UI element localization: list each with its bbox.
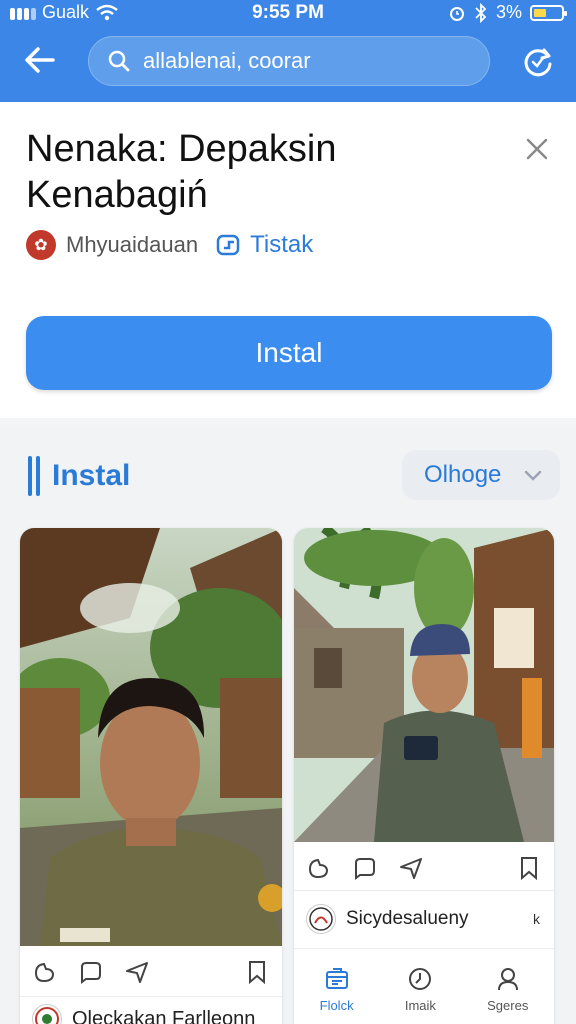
post-author[interactable]: Oleckakan Farlleonn xyxy=(32,1004,255,1024)
bookmark-icon[interactable] xyxy=(516,855,542,881)
install-button[interactable]: Instal xyxy=(26,316,552,390)
top-app-bar: Gualk 9:55 PM 3% allablenai, coorar xyxy=(0,0,576,102)
sort-dropdown[interactable]: Olhoge xyxy=(402,450,560,500)
alarm-icon xyxy=(449,6,464,21)
nav-item-flolck[interactable]: Flolck xyxy=(320,966,354,1013)
divider xyxy=(294,890,554,891)
link-icon xyxy=(216,234,240,256)
seal-icon xyxy=(35,1007,59,1024)
nav-label: Sgeres xyxy=(487,997,529,1013)
developer-name[interactable]: Mhyuaidauan xyxy=(66,232,198,258)
card-bottom-nav: Flolck Imaik Sgeres xyxy=(294,954,554,1024)
store-icon xyxy=(325,967,348,989)
status-bar: Gualk 9:55 PM 3% xyxy=(0,0,576,26)
chevron-down-icon xyxy=(524,470,542,481)
like-icon[interactable] xyxy=(306,855,332,881)
post-photo-officer[interactable] xyxy=(20,528,282,946)
share-icon[interactable] xyxy=(124,959,150,985)
section-title-label: Instal xyxy=(52,459,131,492)
emblem-icon xyxy=(309,907,333,931)
arrow-left-icon xyxy=(25,47,55,73)
category-tag-label: Tistak xyxy=(250,231,314,258)
app-meta-row: ✿ Mhyuaidauan Tistak xyxy=(26,230,313,260)
divider xyxy=(20,996,282,997)
battery-percent: 3% xyxy=(495,2,522,22)
battery-icon xyxy=(530,4,567,21)
post-photo-phone-user[interactable] xyxy=(294,528,554,842)
app-details-card: Nenaka: Depaksin Kenabagiń ✿ Mhyuaidauan… xyxy=(0,102,576,418)
nav-label: Flolck xyxy=(319,997,354,1013)
comment-icon[interactable] xyxy=(78,959,104,985)
search-input[interactable]: allablenai, coorar xyxy=(88,36,490,86)
nav-label: Imaik xyxy=(404,997,436,1013)
author-suffix: k xyxy=(533,911,540,927)
author-avatar xyxy=(32,1004,62,1024)
post-card[interactable]: Sicydesalueny k Flolck Imaik Sgeres xyxy=(294,528,554,1024)
refresh-icon xyxy=(524,48,552,77)
author-name: Oleckakan Farlleonn xyxy=(72,1007,256,1024)
refresh-button[interactable] xyxy=(518,42,558,82)
divider xyxy=(294,948,554,949)
section-marker-icon xyxy=(28,456,40,496)
share-icon[interactable] xyxy=(398,855,424,881)
back-button[interactable] xyxy=(18,40,62,80)
like-icon[interactable] xyxy=(32,959,58,985)
person-icon xyxy=(497,967,518,990)
post-actions xyxy=(20,952,282,992)
category-tag[interactable]: Tistak xyxy=(216,231,313,259)
comment-icon[interactable] xyxy=(352,855,378,881)
status-right: 3% xyxy=(448,2,567,23)
post-actions xyxy=(294,848,554,888)
nav-item-sgeres[interactable]: Sgeres xyxy=(487,966,528,1013)
search-query: allablenai, coorar xyxy=(143,48,311,73)
bluetooth-icon xyxy=(475,2,487,23)
app-title: Nenaka: Depaksin Kenabagiń xyxy=(26,128,337,216)
close-icon[interactable] xyxy=(524,136,550,162)
content-section: Instal Olhoge Oleckakan Farlleonn Sicyde… xyxy=(0,428,576,1024)
sort-dropdown-label: Olhoge xyxy=(424,461,502,488)
clock-icon xyxy=(409,967,432,990)
author-name: Sicydesalueny xyxy=(346,908,469,929)
developer-logo-icon: ✿ xyxy=(26,230,56,260)
post-card[interactable]: Oleckakan Farlleonn xyxy=(20,528,282,1024)
section-title: Instal xyxy=(28,456,130,496)
author-avatar xyxy=(306,904,336,934)
bookmark-icon[interactable] xyxy=(244,959,270,985)
post-author[interactable]: Sicydesalueny k xyxy=(306,904,546,934)
nav-item-imaik[interactable]: Imaik xyxy=(405,966,436,1013)
search-icon xyxy=(108,50,130,72)
